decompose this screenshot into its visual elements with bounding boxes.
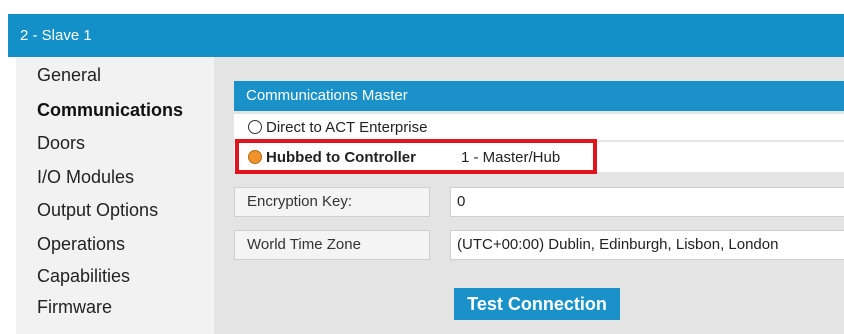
radio-unselected-icon[interactable] [248, 120, 262, 134]
world-time-zone-select[interactable]: (UTC+00:00) Dublin, Edinburgh, Lisbon, L… [450, 230, 844, 260]
highlight-box [235, 139, 597, 174]
test-connection-button[interactable]: Test Connection [454, 288, 620, 320]
sidebar-item-general[interactable]: General [37, 65, 101, 86]
encryption-key-field[interactable]: 0 [450, 187, 844, 217]
sidebar-item-capabilities[interactable]: Capabilities [37, 266, 130, 287]
sidebar-item-io-modules[interactable]: I/O Modules [37, 167, 134, 188]
sidebar-item-operations[interactable]: Operations [37, 234, 125, 255]
option-direct-to-enterprise[interactable]: Direct to ACT Enterprise [234, 114, 844, 140]
encryption-key-label: Encryption Key: [234, 187, 430, 217]
section-header: Communications Master [234, 81, 844, 111]
main-panel: Communications Master Direct to ACT Ente… [214, 57, 844, 334]
sidebar-item-output-options[interactable]: Output Options [37, 200, 158, 221]
sidebar-item-doors[interactable]: Doors [37, 133, 85, 154]
window-title: 2 - Slave 1 [20, 27, 92, 44]
sidebar-item-firmware[interactable]: Firmware [37, 297, 112, 318]
sidebar-item-communications[interactable]: Communications [37, 100, 183, 121]
window-title-bar: 2 - Slave 1 [8, 14, 844, 57]
world-time-zone-label: World Time Zone [234, 230, 430, 260]
option-direct-label: Direct to ACT Enterprise [266, 118, 428, 136]
sidebar: General Communications Doors I/O Modules… [16, 57, 214, 334]
